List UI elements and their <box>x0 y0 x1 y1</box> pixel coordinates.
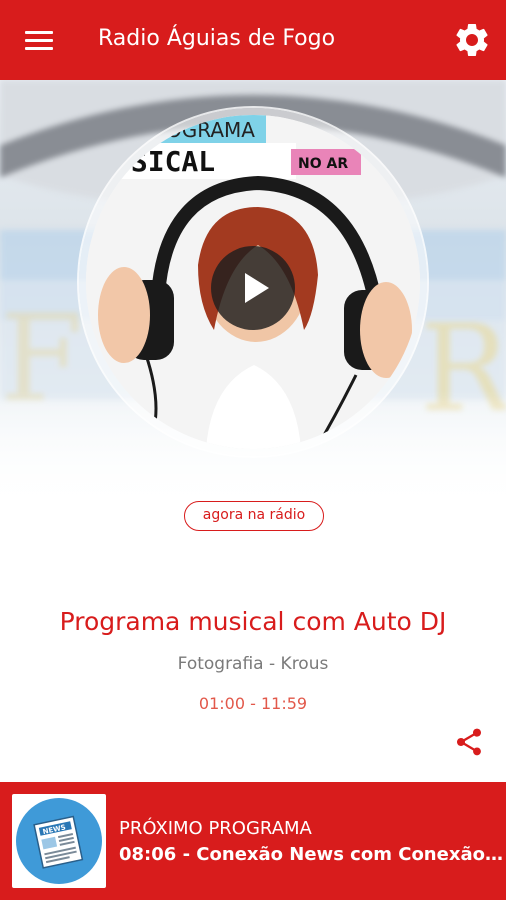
program-title: Programa musical com Auto DJ <box>59 607 447 636</box>
play-icon <box>245 273 269 303</box>
next-program-name: 08:06 - Conexão News com Conexão News <box>119 844 506 865</box>
cover-text-badge: NO AR <box>298 156 348 172</box>
next-program-thumbnail: NEWS <box>12 794 106 888</box>
menu-icon-line <box>25 31 53 34</box>
gear-icon <box>456 23 488 56</box>
menu-icon-line <box>25 39 53 42</box>
app-title: Radio Águias de Fogo <box>98 26 336 51</box>
now-on-air-badge: agora na rádio <box>184 501 324 531</box>
app-bar: Radio Águias de Fogo <box>0 0 506 80</box>
next-program-label: PRÓXIMO PROGRAMA <box>119 818 312 839</box>
program-host: Fotografia - Krous <box>177 654 329 674</box>
play-button[interactable] <box>211 246 295 330</box>
next-program-bar[interactable]: NEWS PRÓXIMO PROGRAMA 08:06 - Conexão Ne… <box>0 782 506 900</box>
menu-icon-line <box>25 47 53 50</box>
program-time: 01:00 - 11:59 <box>198 694 308 713</box>
settings-button[interactable] <box>452 20 492 60</box>
news-icon: NEWS <box>16 798 102 884</box>
share-button[interactable] <box>453 726 485 758</box>
menu-button[interactable] <box>22 27 58 53</box>
share-icon <box>457 728 481 756</box>
